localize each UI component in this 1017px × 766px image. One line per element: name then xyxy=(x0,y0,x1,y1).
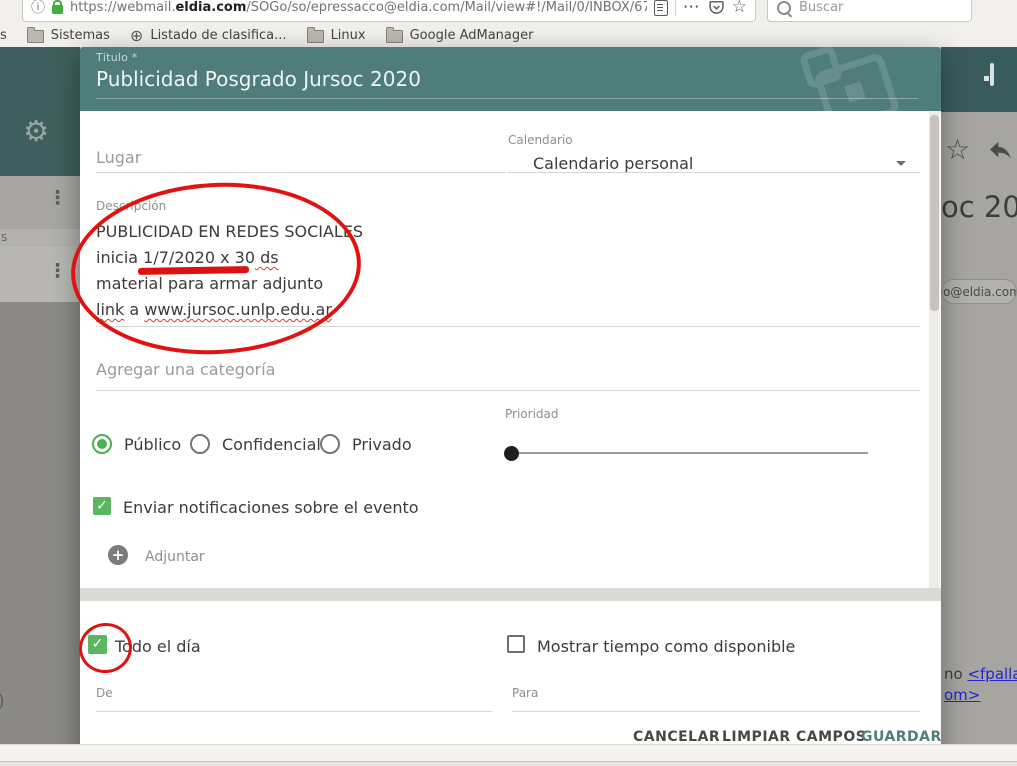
window-bottom-strip xyxy=(0,744,1017,766)
priority-slider-track[interactable] xyxy=(511,452,868,454)
to-label: Para xyxy=(512,686,538,700)
background-text-fragment: ) xyxy=(0,692,5,712)
from-label: De xyxy=(96,686,113,700)
background-message-view: ☆ oc 2020 o@eldia.com no <fpallad om> xyxy=(941,112,1017,745)
category-input[interactable]: Agregar una categoría xyxy=(96,360,275,379)
url-prefix: https://webmail. xyxy=(70,0,175,15)
bookmark-linux[interactable]: Linux xyxy=(307,28,366,43)
bookmark-label: Google AdManager xyxy=(410,28,534,43)
reader-mode-icon[interactable] xyxy=(654,0,668,16)
category-underline xyxy=(96,390,920,391)
radio-privado-label[interactable]: Privado xyxy=(352,435,412,454)
folder-icon xyxy=(27,30,44,43)
bookmark-sistemas[interactable]: Sistemas xyxy=(27,28,110,43)
from-underline xyxy=(96,711,492,712)
divider xyxy=(675,0,676,16)
reply-icon xyxy=(987,138,1014,164)
to-underline xyxy=(512,711,920,712)
quoted-text: no xyxy=(944,665,967,683)
bookmark-admanager[interactable]: Google AdManager xyxy=(386,28,534,43)
background-mail-row-selected: ⋮ xyxy=(0,247,80,302)
show-time-checkbox[interactable] xyxy=(507,635,525,653)
background-mail-strip: s xyxy=(0,229,80,247)
chevron-down-icon[interactable] xyxy=(896,161,906,166)
calendar-select[interactable]: Calendario personal xyxy=(533,154,693,173)
gear-icon: ⚙ xyxy=(23,117,49,146)
title-underline xyxy=(96,98,918,99)
dialog-scrollbar-thumb[interactable] xyxy=(930,115,939,311)
screen: ⓘ https://webmail.eldia.com/SOGo/so/epre… xyxy=(0,0,1017,766)
page-actions-icon[interactable]: ⋯ xyxy=(683,0,701,16)
search-placeholder: Buscar xyxy=(799,0,843,15)
background-mail-list: ) xyxy=(0,302,80,745)
bookmarks-bar: s Sistemas ⊕ Listado de clasifica... Lin… xyxy=(0,25,533,46)
background-mail-row: ⋮ xyxy=(0,176,80,229)
section-divider xyxy=(80,588,941,601)
plus-icon[interactable]: + xyxy=(108,545,128,565)
radio-publico-label[interactable]: Público xyxy=(124,435,181,454)
kebab-menu-icon: ⋮ xyxy=(48,262,67,281)
location-input[interactable]: Lugar xyxy=(96,148,141,167)
notify-label[interactable]: Enviar notificaciones sobre el evento xyxy=(123,498,419,517)
radio-publico[interactable] xyxy=(92,434,112,454)
radio-confidencial[interactable] xyxy=(190,434,210,454)
email-link[interactable]: <fpallad xyxy=(967,665,1017,683)
email-chip-text: o@eldia.com xyxy=(943,285,1017,299)
bookmark-listado[interactable]: ⊕ Listado de clasifica... xyxy=(130,28,287,44)
background-subject-fragment: oc 2020 xyxy=(941,190,1017,224)
search-icon xyxy=(777,1,791,15)
calendar-label: Calendario xyxy=(508,133,573,147)
background-message-toolbar xyxy=(941,47,1017,112)
notify-checkbox[interactable]: ✓ xyxy=(93,497,111,515)
save-button[interactable]: GUARDAR xyxy=(861,729,942,745)
show-time-label[interactable]: Mostrar tiempo como disponible xyxy=(537,637,795,656)
background-text-fragment: s xyxy=(1,230,7,244)
cancel-button[interactable]: CANCELAR xyxy=(633,729,720,745)
background-email-chip: o@eldia.com xyxy=(941,279,1017,304)
bookmark-label: Sistemas xyxy=(51,28,110,43)
pocket-icon[interactable] xyxy=(708,0,725,16)
window-edge xyxy=(0,761,1017,766)
clear-fields-button[interactable]: LIMPIAR CAMPOS xyxy=(722,729,866,745)
url-domain: eldia.com xyxy=(175,0,246,15)
url-bar[interactable]: ⓘ https://webmail.eldia.com/SOGo/so/epre… xyxy=(22,0,756,22)
url-path: /SOGo/so/epressacco@eldia.com/Mail/view#… xyxy=(246,0,646,15)
search-bar[interactable]: Buscar xyxy=(767,0,972,22)
star-icon: ☆ xyxy=(945,136,970,164)
attach-button[interactable]: Adjuntar xyxy=(145,549,205,565)
calendar-icon xyxy=(990,63,994,86)
radio-confidencial-label[interactable]: Confidencial xyxy=(222,435,321,454)
bookmark-fragment[interactable]: s xyxy=(0,28,7,43)
radio-privado[interactable] xyxy=(320,434,340,454)
location-underline xyxy=(96,172,506,173)
email-link[interactable]: om> xyxy=(944,686,980,704)
lock-watermark-icon xyxy=(797,47,901,111)
kebab-menu-icon: ⋮ xyxy=(48,189,67,208)
browser-toolbar: ⓘ https://webmail.eldia.com/SOGo/so/epre… xyxy=(0,0,1017,48)
padlock-icon xyxy=(52,5,63,14)
background-sidebar-toolbar: ⚙ xyxy=(0,47,80,176)
bookmark-star-icon[interactable]: ☆ xyxy=(732,0,747,16)
bookmark-label: Listado de clasifica... xyxy=(150,28,286,43)
bookmark-label: Linux xyxy=(331,28,366,43)
priority-label: Prioridad xyxy=(505,407,559,421)
url-text[interactable]: https://webmail.eldia.com/SOGo/so/epress… xyxy=(70,0,647,15)
folder-icon xyxy=(386,30,403,43)
info-icon[interactable]: ⓘ xyxy=(31,1,45,15)
title-label: Título * xyxy=(96,51,137,64)
priority-slider-thumb[interactable] xyxy=(504,446,519,461)
folder-icon xyxy=(307,30,324,43)
globe-icon: ⊕ xyxy=(130,28,143,44)
calendar-underline xyxy=(508,172,920,173)
title-input[interactable]: Publicidad Posgrado Jursoc 2020 xyxy=(96,67,421,91)
background-quoted-links: no <fpallad om> xyxy=(944,664,1017,706)
